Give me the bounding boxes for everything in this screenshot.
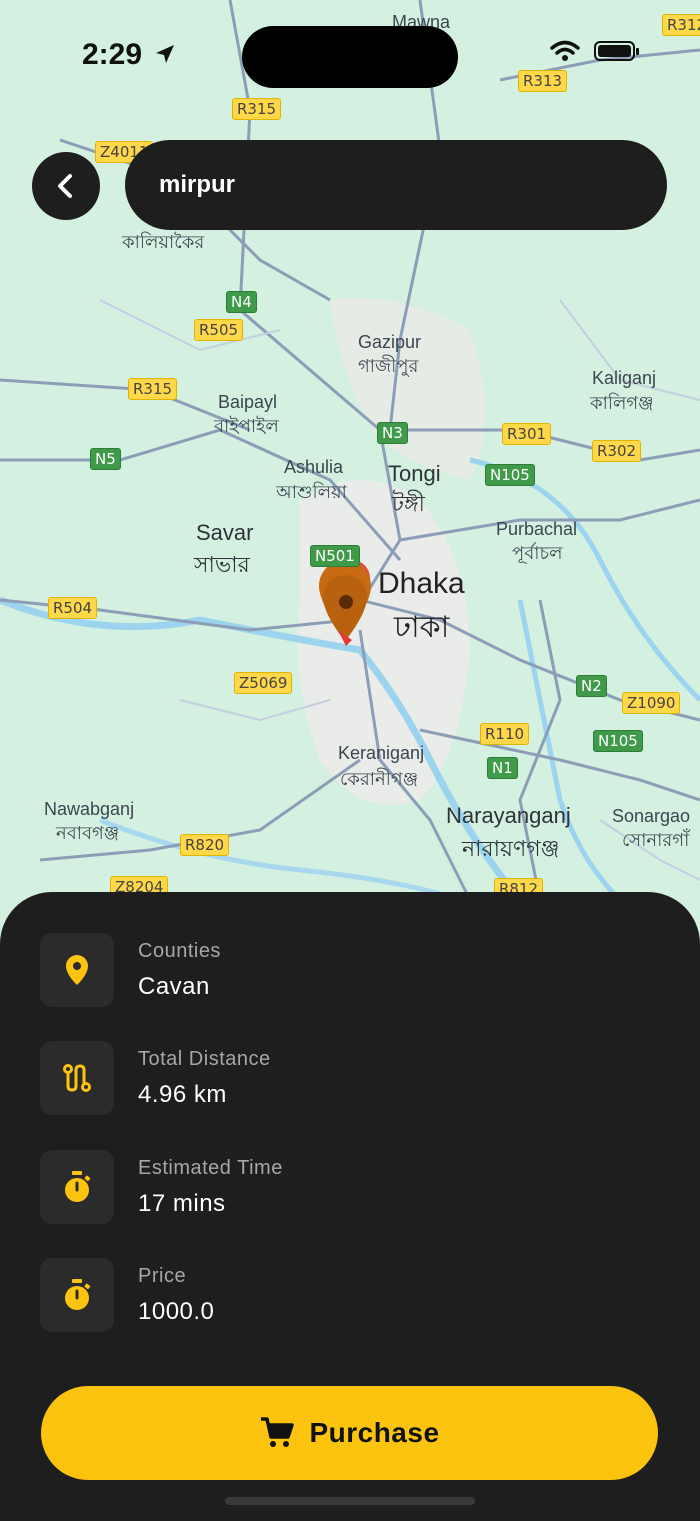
road-shield: Z1090 (622, 692, 681, 714)
map-label-nawabganj: Nawabganj (44, 799, 135, 819)
map-label-tongi: Tongi (388, 461, 441, 486)
detail-value: 17 mins (138, 1189, 226, 1217)
cart-icon (261, 1417, 295, 1447)
icon-tile (40, 1258, 114, 1332)
road-shield: Z5069 (234, 672, 293, 694)
road-shield: R312 (662, 14, 700, 36)
road-shield: R504 (48, 597, 98, 619)
status-indicators (550, 40, 640, 62)
road-shield: R315 (128, 378, 178, 400)
back-button[interactable] (32, 152, 100, 220)
chevron-left-icon (58, 174, 72, 198)
map-label-savar-bn: সাভার (194, 552, 250, 577)
stopwatch-icon (65, 1171, 91, 1202)
map-label-baipayl: Baipayl (218, 392, 278, 412)
detail-value: Cavan (138, 972, 210, 1000)
location-pin-icon (66, 955, 88, 985)
map-label-tongi-bn: টঙ্গী (392, 491, 425, 516)
map-label-dhaka: Dhaka (378, 567, 465, 600)
map-label-dhaka-bn: ঢাকা (394, 611, 450, 644)
map-label-gazipur-bn: গাজীপুর (358, 356, 419, 376)
dynamic-island (242, 26, 458, 88)
road-shield: R110 (480, 723, 530, 745)
wifi-icon (550, 40, 580, 61)
map-label-baipayl-bn: বাইপাইল (214, 416, 279, 436)
detail-value: 4.96 km (138, 1080, 227, 1108)
detail-label: Counties (138, 939, 221, 962)
road-shield: R301 (502, 423, 552, 445)
road-shield: N3 (377, 422, 408, 444)
road-shield: N501 (310, 545, 360, 567)
detail-label: Total Distance (138, 1047, 271, 1070)
road-shield: N2 (576, 675, 607, 697)
map-label-sonargaon: Sonargao (612, 806, 691, 826)
detail-row-price: Price 1000.0 (40, 1258, 214, 1332)
detail-label: Estimated Time (138, 1156, 283, 1179)
map-label-narayanganj: Narayanganj (446, 803, 571, 828)
map-label-sonargaon-bn: সোনারগাঁ (622, 830, 690, 850)
map-label-ashulia: Ashulia (284, 457, 344, 477)
detail-row-counties: Counties Cavan (40, 933, 221, 1007)
road-shield: R315 (232, 98, 282, 120)
purchase-button[interactable]: Purchase (41, 1386, 658, 1480)
home-indicator[interactable] (225, 1497, 475, 1505)
map-label-purbachal: Purbachal (496, 519, 578, 539)
route-icon (63, 1064, 91, 1092)
icon-tile (40, 1150, 114, 1224)
icon-tile (40, 933, 114, 1007)
map-label-savar: Savar (196, 520, 254, 545)
map-label-kaliakair: কালিয়াকৈর (122, 232, 205, 252)
detail-label: Price (138, 1264, 187, 1287)
clock: 2:29 (82, 38, 143, 71)
map-label-nawabganj-bn: নবাবগঞ্জ (56, 823, 120, 843)
road-shield: R820 (180, 834, 230, 856)
map-label-keraniganj: Keraniganj (338, 743, 425, 763)
road-shield: N5 (90, 448, 121, 470)
map-label-narayanganj-bn: নারায়ণগঞ্জ (462, 836, 560, 861)
purchase-label: Purchase (309, 1417, 440, 1448)
icon-tile (40, 1041, 114, 1115)
road-shield: N1 (487, 757, 518, 779)
location-arrow-icon (156, 45, 175, 63)
search-input[interactable] (157, 170, 631, 200)
road-shield: N4 (226, 291, 257, 313)
search-bar[interactable] (125, 140, 667, 230)
detail-value: 1000.0 (138, 1297, 215, 1325)
map-label-purbachal-bn: পূর্বাচল (512, 543, 563, 563)
road-shield: R505 (194, 319, 244, 341)
road-shield: N105 (485, 464, 535, 486)
map-label-keraniganj-bn: কেরানীগঞ্জ (340, 769, 419, 789)
map-label-ashulia-bn: আশুলিয়া (276, 482, 347, 502)
battery-icon (594, 41, 639, 61)
road-shield: R313 (518, 70, 568, 92)
status-time: 2:29 (82, 38, 176, 72)
map-label-kaliganj-bn: কালিগঞ্জ (590, 393, 654, 413)
map-label-gazipur: Gazipur (358, 332, 422, 352)
road-shield: N105 (593, 730, 643, 752)
road-shield: R302 (592, 440, 642, 462)
map-label-kaliganj: Kaliganj (592, 368, 657, 388)
stopwatch-icon (65, 1279, 91, 1310)
detail-row-time: Estimated Time 17 mins (40, 1150, 283, 1224)
detail-row-distance: Total Distance 4.96 km (40, 1041, 271, 1115)
